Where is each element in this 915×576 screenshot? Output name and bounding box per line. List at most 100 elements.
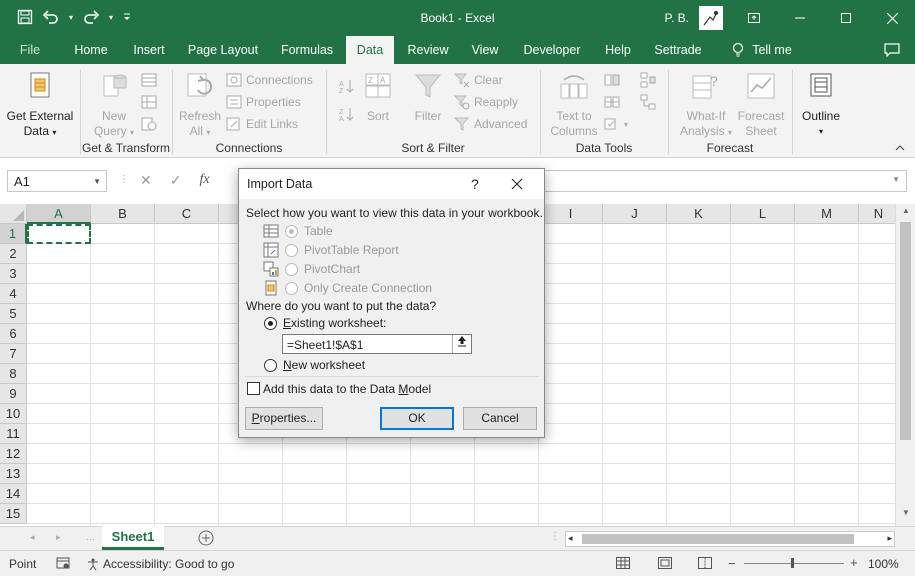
sort-a-z-icon[interactable]: AZ [338, 76, 354, 96]
row-header-7[interactable]: 7 [0, 344, 27, 364]
macro-recording-icon[interactable] [56, 556, 70, 573]
option-table[interactable]: Table [263, 223, 333, 239]
relationships-icon[interactable] [640, 92, 656, 112]
row-header-6[interactable]: 6 [0, 324, 27, 344]
split-handle-icon[interactable]: ⋮ [550, 531, 560, 542]
tell-me-search[interactable]: Tell me [726, 36, 798, 64]
reapply-button[interactable]: Reapply [454, 92, 518, 112]
cancel-entry-icon[interactable]: ✕ [140, 172, 152, 189]
select-all-corner[interactable] [0, 204, 27, 224]
column-header-m[interactable]: M [795, 204, 859, 224]
zoom-slider[interactable] [744, 563, 844, 564]
row-header-11[interactable]: 11 [0, 424, 27, 444]
tab-page-layout[interactable]: Page Layout [182, 36, 264, 64]
name-box-dropdown-icon[interactable]: ▼ [93, 177, 101, 186]
collapse-ribbon-icon[interactable] [895, 142, 905, 154]
ok-button[interactable]: OK [380, 407, 454, 430]
radio-existing-worksheet[interactable] [264, 316, 277, 330]
connections-button[interactable]: Connections [226, 70, 313, 90]
clear-button[interactable]: Clear [454, 70, 503, 90]
tab-developer[interactable]: Developer [516, 36, 588, 64]
zoom-out-icon[interactable]: − [728, 556, 736, 571]
close-icon[interactable] [869, 0, 915, 36]
range-input[interactable]: =Sheet1!$A$1 [282, 334, 472, 354]
row-header-2[interactable]: 2 [0, 244, 27, 264]
tab-settrade[interactable]: Settrade [648, 36, 708, 64]
row-header-3[interactable]: 3 [0, 264, 27, 284]
insert-function-icon[interactable]: fx [199, 172, 209, 189]
comments-icon[interactable] [878, 36, 906, 64]
name-box[interactable]: A1 ▼ [7, 170, 107, 192]
data-validation-icon[interactable]: ▾ [604, 114, 628, 134]
filter-button[interactable]: Filter [410, 70, 446, 124]
properties-button[interactable]: Properties... [245, 407, 323, 430]
option-pivottable[interactable]: PivotTable Report [263, 242, 399, 258]
column-header-k[interactable]: K [667, 204, 731, 224]
radio-pivotchart[interactable] [285, 262, 298, 276]
vertical-scrollbar[interactable]: ▲ ▼ [895, 204, 915, 526]
tab-data[interactable]: Data [346, 36, 394, 64]
remove-duplicates-icon[interactable] [604, 92, 620, 112]
sort-z-a-icon[interactable]: ZA [338, 104, 354, 124]
tab-formulas[interactable]: Formulas [274, 36, 340, 64]
get-external-data-button[interactable]: Get External Data ▾ [4, 70, 76, 140]
zoom-in-icon[interactable]: + [850, 555, 858, 570]
prev-sheet-icon[interactable]: ◂ [30, 532, 35, 543]
avatar[interactable] [699, 6, 723, 30]
expand-formula-bar-icon[interactable]: ▼ [892, 175, 900, 184]
new-sheet-icon[interactable] [198, 530, 214, 549]
tab-insert[interactable]: Insert [124, 36, 174, 64]
data-model-checkbox[interactable] [247, 382, 260, 395]
row-header-9[interactable]: 9 [0, 384, 27, 404]
zoom-level[interactable]: 100% [868, 557, 899, 571]
sheet-tabs-more-icon[interactable]: … [86, 532, 95, 542]
edit-links-button[interactable]: Edit Links [226, 114, 298, 134]
scroll-left-icon[interactable]: ◂ [568, 533, 573, 544]
row-header-5[interactable]: 5 [0, 304, 27, 324]
radio-pivottable[interactable] [285, 243, 298, 257]
enter-entry-icon[interactable]: ✓ [170, 172, 182, 189]
option-existing-worksheet[interactable]: Existing worksheet: [264, 316, 386, 330]
user-name[interactable]: P. B. [665, 11, 689, 25]
vertical-scroll-thumb[interactable] [900, 222, 911, 440]
next-sheet-icon[interactable]: ▸ [56, 532, 61, 543]
minimize-icon[interactable] [777, 0, 823, 36]
tab-help[interactable]: Help [596, 36, 640, 64]
consolidate-icon[interactable] [640, 70, 656, 90]
row-header-8[interactable]: 8 [0, 364, 27, 384]
row-header-12[interactable]: 12 [0, 444, 27, 464]
from-table-icon[interactable] [141, 92, 157, 112]
option-new-worksheet[interactable]: New worksheet [264, 358, 365, 372]
text-to-columns-button[interactable]: Text to Columns [546, 70, 602, 139]
properties-ribbon-button[interactable]: Properties [226, 92, 301, 112]
scroll-right-icon[interactable]: ▸ [887, 533, 892, 544]
option-only-connection[interactable]: Only Create Connection [263, 280, 432, 296]
column-header-b[interactable]: B [91, 204, 155, 224]
row-header-14[interactable]: 14 [0, 484, 27, 504]
row-header-13[interactable]: 13 [0, 464, 27, 484]
flash-fill-icon[interactable] [604, 70, 620, 90]
zoom-slider-thumb[interactable] [791, 558, 794, 568]
horizontal-scroll-thumb[interactable] [582, 534, 854, 544]
active-cell[interactable] [27, 224, 91, 244]
option-pivotchart[interactable]: PivotChart [263, 261, 360, 277]
sheet-tab-sheet1[interactable]: Sheet1 [102, 526, 164, 550]
row-header-15[interactable]: 15 [0, 504, 27, 524]
column-header-l[interactable]: L [731, 204, 795, 224]
outline-button[interactable]: Outline ▾ [798, 70, 844, 139]
collapse-dialog-button[interactable] [452, 335, 471, 353]
radio-only-connection[interactable] [285, 281, 298, 295]
ribbon-display-options-icon[interactable] [731, 0, 777, 36]
column-header-c[interactable]: C [155, 204, 219, 224]
tab-view[interactable]: View [462, 36, 508, 64]
recent-sources-icon[interactable] [141, 114, 157, 134]
normal-view-icon[interactable] [616, 557, 630, 572]
forecast-sheet-button[interactable]: Forecast Sheet [734, 70, 788, 139]
page-break-preview-icon[interactable] [698, 557, 712, 572]
maximize-icon[interactable] [823, 0, 869, 36]
column-header-a[interactable]: A [27, 204, 91, 224]
help-icon[interactable]: ? [471, 176, 479, 192]
more-options-icon[interactable]: ⋮ [119, 174, 129, 185]
advanced-button[interactable]: Advanced [454, 114, 527, 134]
tab-file[interactable]: File [10, 36, 50, 64]
